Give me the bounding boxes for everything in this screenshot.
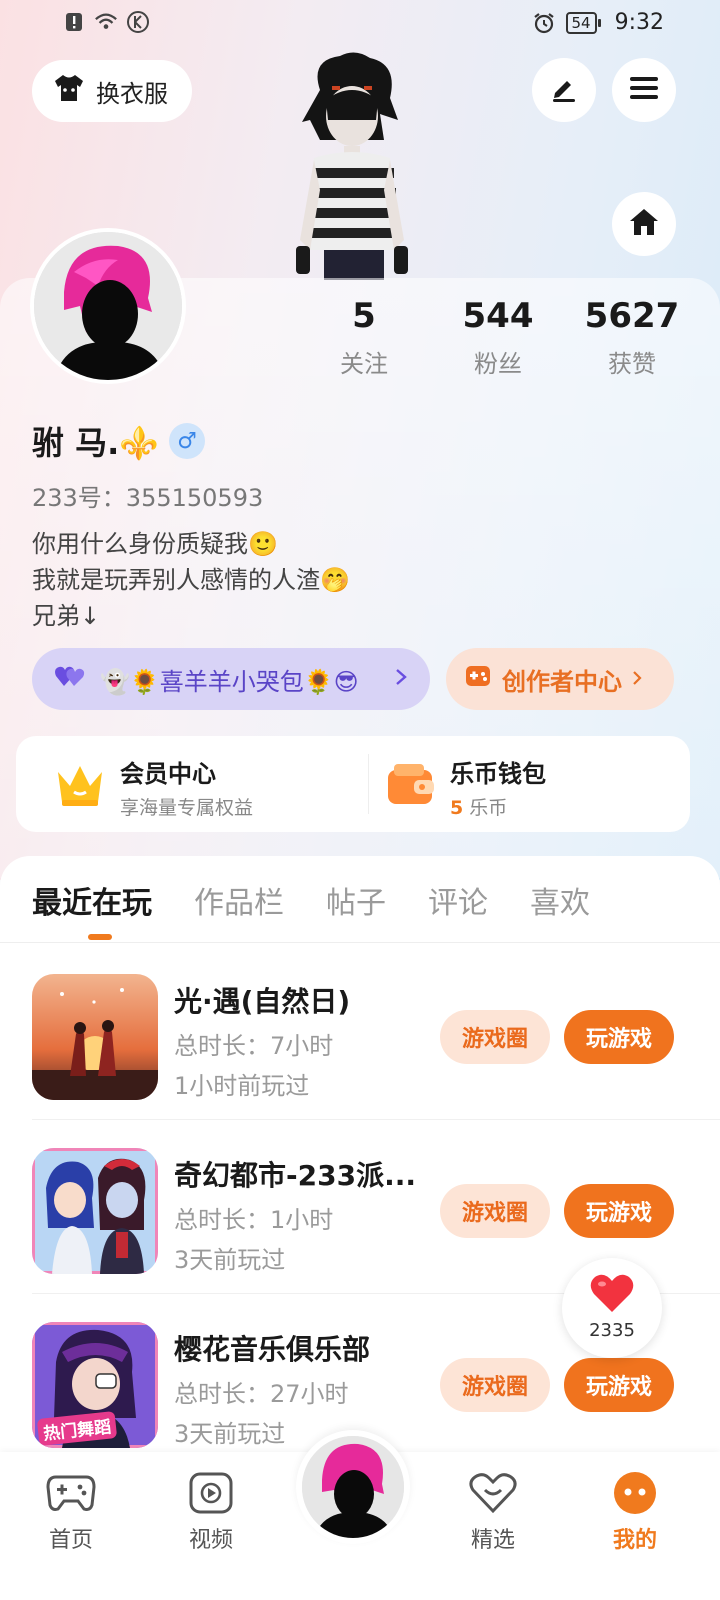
member-center-subtitle: 享海量专属权益 [120,797,254,819]
wallet-balance-unit: 乐币 [463,797,508,819]
wallet-icon [386,762,436,812]
tab-works[interactable]: 作品栏 [194,878,284,922]
hamburger-menu-icon [629,75,659,105]
nav-video[interactable]: 视频 [166,1470,256,1554]
gamepad-icon [26,1470,116,1516]
k-app-icon [126,10,150,34]
coin-wallet-entry[interactable]: 乐币钱包 5 乐币 [386,754,546,820]
alarm-icon [532,11,556,35]
bio-line: 兄弟↓ [32,602,101,630]
chevron-right-icon [632,665,642,693]
game-thumbnail[interactable] [32,1148,158,1274]
creator-center-button[interactable]: 创作者中心 [446,648,674,710]
change-outfit-button[interactable]: 换衣服 [32,60,192,122]
row-divider [32,1119,720,1120]
edit-profile-button[interactable] [532,58,596,122]
crown-icon [54,760,106,814]
wallet-title: 乐币钱包 [450,760,546,788]
game-circle-button[interactable]: 游戏圈 [440,1184,550,1238]
bio-line: 我就是玩弄别人感情的人渣🤭 [32,566,350,594]
game-duration: 总时长：7小时 [174,1032,334,1060]
edit-pen-icon [549,73,579,107]
play-game-button[interactable]: 玩游戏 [564,1184,674,1238]
game-circle-button[interactable]: 游戏圈 [440,1358,550,1412]
game-thumbnail[interactable]: 热门舞蹈 [32,1322,158,1448]
game-last-played: 3天前玩过 [174,1420,286,1448]
male-gender-icon: ♂ [169,423,206,459]
game-circle-button[interactable]: 游戏圈 [440,1010,550,1064]
clock: 9:32 [614,10,664,35]
battery-indicator: 54 [565,11,601,34]
like-float-button[interactable]: 2335 [562,1258,662,1358]
couple-tag-pill[interactable]: 👻🌻喜羊羊小哭包🌻😎 [32,648,430,710]
nav-featured-label: 精选 [470,1528,515,1553]
user-id[interactable]: 233号：355150593 [32,478,263,513]
home-icon [628,207,660,241]
menu-button[interactable] [612,58,676,122]
avatar-character-illustration[interactable] [280,50,420,280]
nav-home[interactable]: 首页 [26,1470,116,1554]
game-title: 樱花音乐俱乐部 [174,1333,371,1366]
likes-stat[interactable]: 5627 获赞 [572,296,692,379]
wallet-balance-amount: 5 [450,797,464,819]
game-duration: 总时长：27小时 [174,1380,349,1408]
change-outfit-label: 换衣服 [96,79,168,108]
nav-center-avatar[interactable] [296,1430,410,1544]
status-bar: 54 9:32 [0,0,720,48]
followers-stat[interactable]: 544 粉丝 [438,296,558,379]
member-center-entry[interactable]: 会员中心 享海量专属权益 [54,754,253,820]
profile-tabs: 最近在玩 作品栏 帖子 评论 喜欢 [32,878,632,922]
double-heart-icon [54,664,88,694]
active-tab-indicator [88,934,112,940]
game-title: 奇幻都市-233派... [174,1159,416,1192]
play-video-icon [166,1470,256,1516]
chevron-right-icon [394,665,408,693]
like-count: 2335 [589,1320,635,1341]
divider [368,754,369,814]
creator-gamepad-icon [464,662,492,696]
play-game-button[interactable]: 玩游戏 [564,1358,674,1412]
wallet-balance: 5 乐币 [450,793,546,820]
username: 驸 马.⚜️ [32,424,160,462]
name-row: 驸 马.⚜️ ♂ [32,418,206,464]
user-avatar[interactable] [30,228,186,384]
followers-label: 粉丝 [474,350,522,378]
game-duration: 总时长：1小时 [174,1206,334,1234]
following-stat[interactable]: 5 关注 [304,296,424,379]
tab-likes[interactable]: 喜欢 [530,878,590,922]
tshirt-icon [52,73,86,109]
play-game-button[interactable]: 玩游戏 [564,1010,674,1064]
nav-home-label: 首页 [48,1528,93,1553]
followers-count: 544 [462,296,534,336]
game-last-played: 3天前玩过 [174,1246,286,1274]
heart-diamond-icon [448,1470,538,1516]
bio-line: 你用什么身份质疑我🙂 [32,530,278,558]
heart-icon [589,1274,635,1318]
membership-wallet-card: 会员中心 享海量专属权益 乐币钱包 5 乐币 [16,736,690,832]
nav-me-label: 我的 [612,1528,657,1553]
game-list-item[interactable]: 光·遇(自然日) 总时长：7小时 1小时前玩过 游戏圈 玩游戏 [0,948,720,1120]
likes-label: 获赞 [608,350,656,378]
couple-tag-label: 👻🌻喜羊羊小哭包🌻😎 [100,667,359,696]
tabs-divider [0,942,720,943]
following-label: 关注 [340,350,388,378]
wifi-icon [94,10,118,34]
nav-featured[interactable]: 精选 [448,1470,538,1554]
game-title: 光·遇(自然日) [174,985,351,1018]
alert-icon [62,10,86,34]
following-count: 5 [352,296,376,336]
homepage-button[interactable] [612,192,676,256]
creator-center-label: 创作者中心 [502,667,622,696]
likes-count: 5627 [584,296,680,336]
game-last-played: 1小时前玩过 [174,1072,310,1100]
tab-comments[interactable]: 评论 [428,878,488,922]
game-thumbnail[interactable] [32,974,158,1100]
member-center-title: 会员中心 [120,760,216,788]
me-face-icon [590,1470,680,1516]
user-bio: 你用什么身份质疑我🙂 我就是玩弄别人感情的人渣🤭 兄弟↓ [32,526,350,634]
nav-video-label: 视频 [188,1528,233,1553]
tab-recently-played[interactable]: 最近在玩 [32,878,152,922]
tab-posts[interactable]: 帖子 [326,878,386,922]
nav-me[interactable]: 我的 [590,1470,680,1554]
